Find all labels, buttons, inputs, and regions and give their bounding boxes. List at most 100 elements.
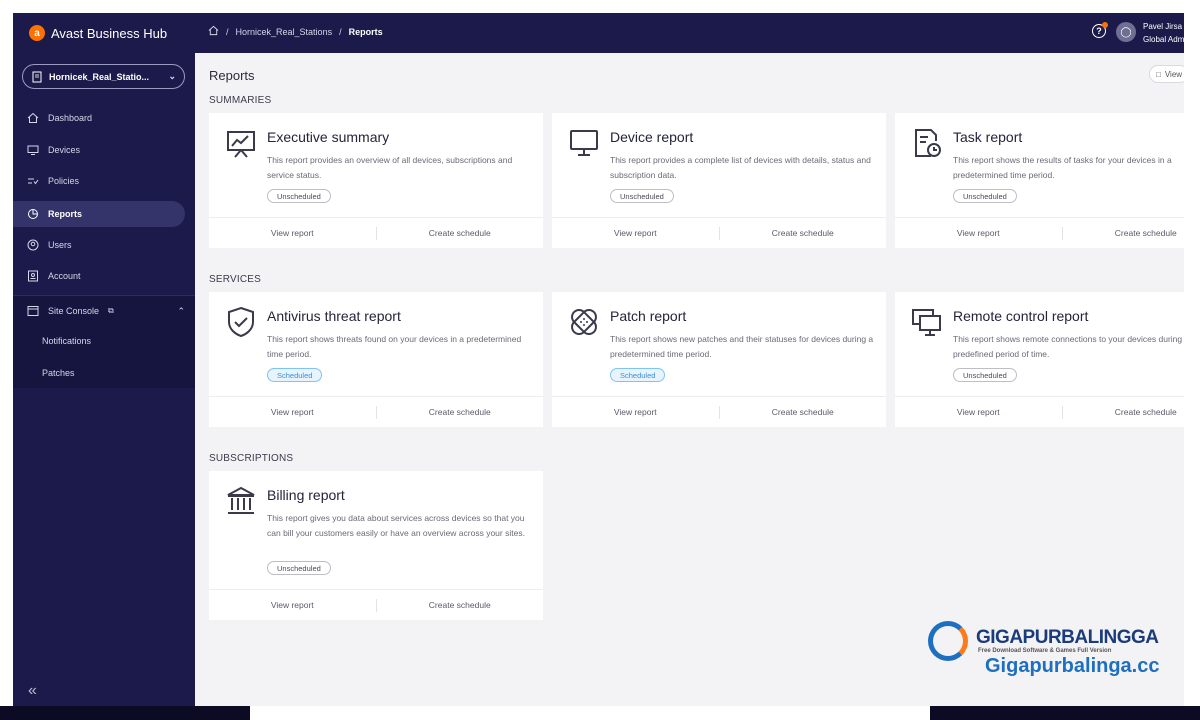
sidebar-item-policies[interactable]: Policies xyxy=(13,168,185,194)
create-schedule-link[interactable]: Create schedule xyxy=(377,590,544,620)
chevron-down-icon: ⌄ xyxy=(168,71,176,81)
bank-icon xyxy=(225,485,257,517)
sidebar-item-dashboard[interactable]: Dashboard xyxy=(13,105,185,131)
avatar[interactable]: ◯ xyxy=(1116,22,1136,42)
sidebar-item-devices[interactable]: Devices xyxy=(13,137,185,163)
card-actions: View report Create schedule xyxy=(209,396,543,427)
card-title: Device report xyxy=(610,129,694,145)
sidebar-item-users[interactable]: Users xyxy=(13,232,185,258)
card-actions: View report Create schedule xyxy=(552,396,886,427)
card-actions: View report Create schedule xyxy=(209,217,543,248)
card-title: Patch report xyxy=(610,308,687,324)
report-card-executive-summary: Executive summary This report provides a… xyxy=(209,113,543,248)
collapse-sidebar-icon[interactable]: « xyxy=(28,682,37,700)
view-button[interactable]: □ View xyxy=(1149,65,1184,83)
card-actions: View report Create schedule xyxy=(209,589,543,620)
sidebar-item-account[interactable]: Account xyxy=(13,263,185,289)
user-role: Global Adm xyxy=(1143,35,1184,44)
view-report-link[interactable]: View report xyxy=(209,218,376,248)
create-schedule-link[interactable]: Create schedule xyxy=(377,397,544,427)
view-report-link[interactable]: View report xyxy=(209,397,376,427)
watermark-name: GIGAPURBALINGGA xyxy=(976,627,1159,648)
sidebar-item-label: Dashboard xyxy=(48,113,93,123)
site-console-label: Site Console xyxy=(48,306,100,316)
edge-strip xyxy=(1184,13,1200,706)
create-schedule-link[interactable]: Create schedule xyxy=(377,218,544,248)
presentation-chart-icon xyxy=(225,127,257,159)
site-selector-value: Hornicek_Real_Statio... xyxy=(49,71,150,82)
pie-chart-icon xyxy=(27,208,39,220)
status-badge: Unscheduled xyxy=(953,368,1017,382)
bottom-strip-left xyxy=(0,706,250,720)
home-icon xyxy=(27,112,39,124)
breadcrumb-separator: / xyxy=(226,26,229,37)
sidebar-subitem-patches[interactable]: Patches xyxy=(42,368,75,378)
bandage-icon xyxy=(568,306,600,338)
sidebar-item-label: Devices xyxy=(48,145,81,155)
card-description: This report shows threats found on your … xyxy=(267,334,522,359)
breadcrumb-current: Reports xyxy=(348,26,383,37)
card-description: This report shows the results of tasks f… xyxy=(953,155,1172,180)
view-report-link[interactable]: View report xyxy=(552,397,719,427)
section-title: SUMMARIES xyxy=(209,95,272,106)
top-strip xyxy=(358,0,980,13)
view-button-label: View xyxy=(1164,69,1183,79)
site-selector[interactable]: Hornicek_Real_Statio... ⌄ xyxy=(22,64,185,89)
card-title: Task report xyxy=(953,129,1023,145)
site-console-toggle[interactable]: Site Console ⧉ ⌃ xyxy=(13,298,195,324)
bottom-strip-right xyxy=(930,706,1200,720)
page-title: Reports xyxy=(209,68,255,83)
user-circle-icon xyxy=(27,239,39,251)
report-card-device-report: Device report This report provides a com… xyxy=(552,113,886,248)
card-description: This report gives you data about service… xyxy=(267,513,525,538)
create-schedule-link[interactable]: Create schedule xyxy=(1063,397,1185,427)
card-title: Remote control report xyxy=(953,308,1089,324)
task-clock-icon xyxy=(911,127,943,159)
create-schedule-link[interactable]: Create schedule xyxy=(1063,218,1185,248)
status-badge: Scheduled xyxy=(267,368,323,382)
avast-logo-icon: a xyxy=(29,25,45,41)
view-report-link[interactable]: View report xyxy=(552,218,719,248)
site-console-group: Site Console ⧉ ⌃ Notifications Patches xyxy=(13,296,195,388)
report-card-antivirus-threat: Antivirus threat report This report show… xyxy=(209,292,543,427)
calendar-icon: □ xyxy=(1156,69,1161,79)
report-card-task-report: Task report This report shows the result… xyxy=(895,113,1184,248)
chevron-up-icon: ⌃ xyxy=(177,305,185,316)
breadcrumb-separator: / xyxy=(339,26,342,37)
account-icon xyxy=(27,270,39,282)
sidebar: a Avast Business Hub Hornicek_Real_Stati… xyxy=(13,13,195,706)
status-badge: Unscheduled xyxy=(267,561,331,575)
remote-screens-icon xyxy=(911,306,943,338)
sidebar-item-label: Account xyxy=(48,271,81,281)
watermark-tagline: Free Download Software & Games Full Vers… xyxy=(978,648,1112,654)
sidebar-subitem-notifications[interactable]: Notifications xyxy=(42,336,91,346)
view-report-link[interactable]: View report xyxy=(895,397,1062,427)
view-report-link[interactable]: View report xyxy=(895,218,1062,248)
user-menu[interactable]: Pavel Jirsa Global Adm xyxy=(1143,20,1184,46)
window-icon xyxy=(27,305,39,317)
card-title: Antivirus threat report xyxy=(267,308,401,324)
card-title: Billing report xyxy=(267,487,345,503)
notification-dot xyxy=(1102,22,1108,28)
home-icon[interactable] xyxy=(208,25,219,38)
card-actions: View report Create schedule xyxy=(895,396,1184,427)
user-name: Pavel Jirsa xyxy=(1143,22,1183,31)
sidebar-item-reports[interactable]: Reports xyxy=(13,201,185,227)
card-description: This report shows remote connections to … xyxy=(953,334,1184,359)
view-report-link[interactable]: View report xyxy=(209,590,376,620)
brand[interactable]: a Avast Business Hub xyxy=(29,25,167,41)
status-badge: Unscheduled xyxy=(267,189,331,203)
card-actions: View report Create schedule xyxy=(895,217,1184,248)
create-schedule-link[interactable]: Create schedule xyxy=(720,218,887,248)
create-schedule-link[interactable]: Create schedule xyxy=(720,397,887,427)
breadcrumb-site[interactable]: Hornicek_Real_Stations xyxy=(236,27,333,37)
status-badge: Scheduled xyxy=(610,368,666,382)
status-badge: Unscheduled xyxy=(610,189,674,203)
shield-check-icon xyxy=(225,306,257,338)
section-title: SUBSCRIPTIONS xyxy=(209,453,294,464)
report-card-remote-control: Remote control report This report shows … xyxy=(895,292,1184,427)
card-description: This report shows new patches and their … xyxy=(610,334,874,359)
report-card-patch-report: Patch report This report shows new patch… xyxy=(552,292,886,427)
sidebar-item-label: Reports xyxy=(48,209,83,219)
sidebar-item-label: Users xyxy=(48,240,72,250)
